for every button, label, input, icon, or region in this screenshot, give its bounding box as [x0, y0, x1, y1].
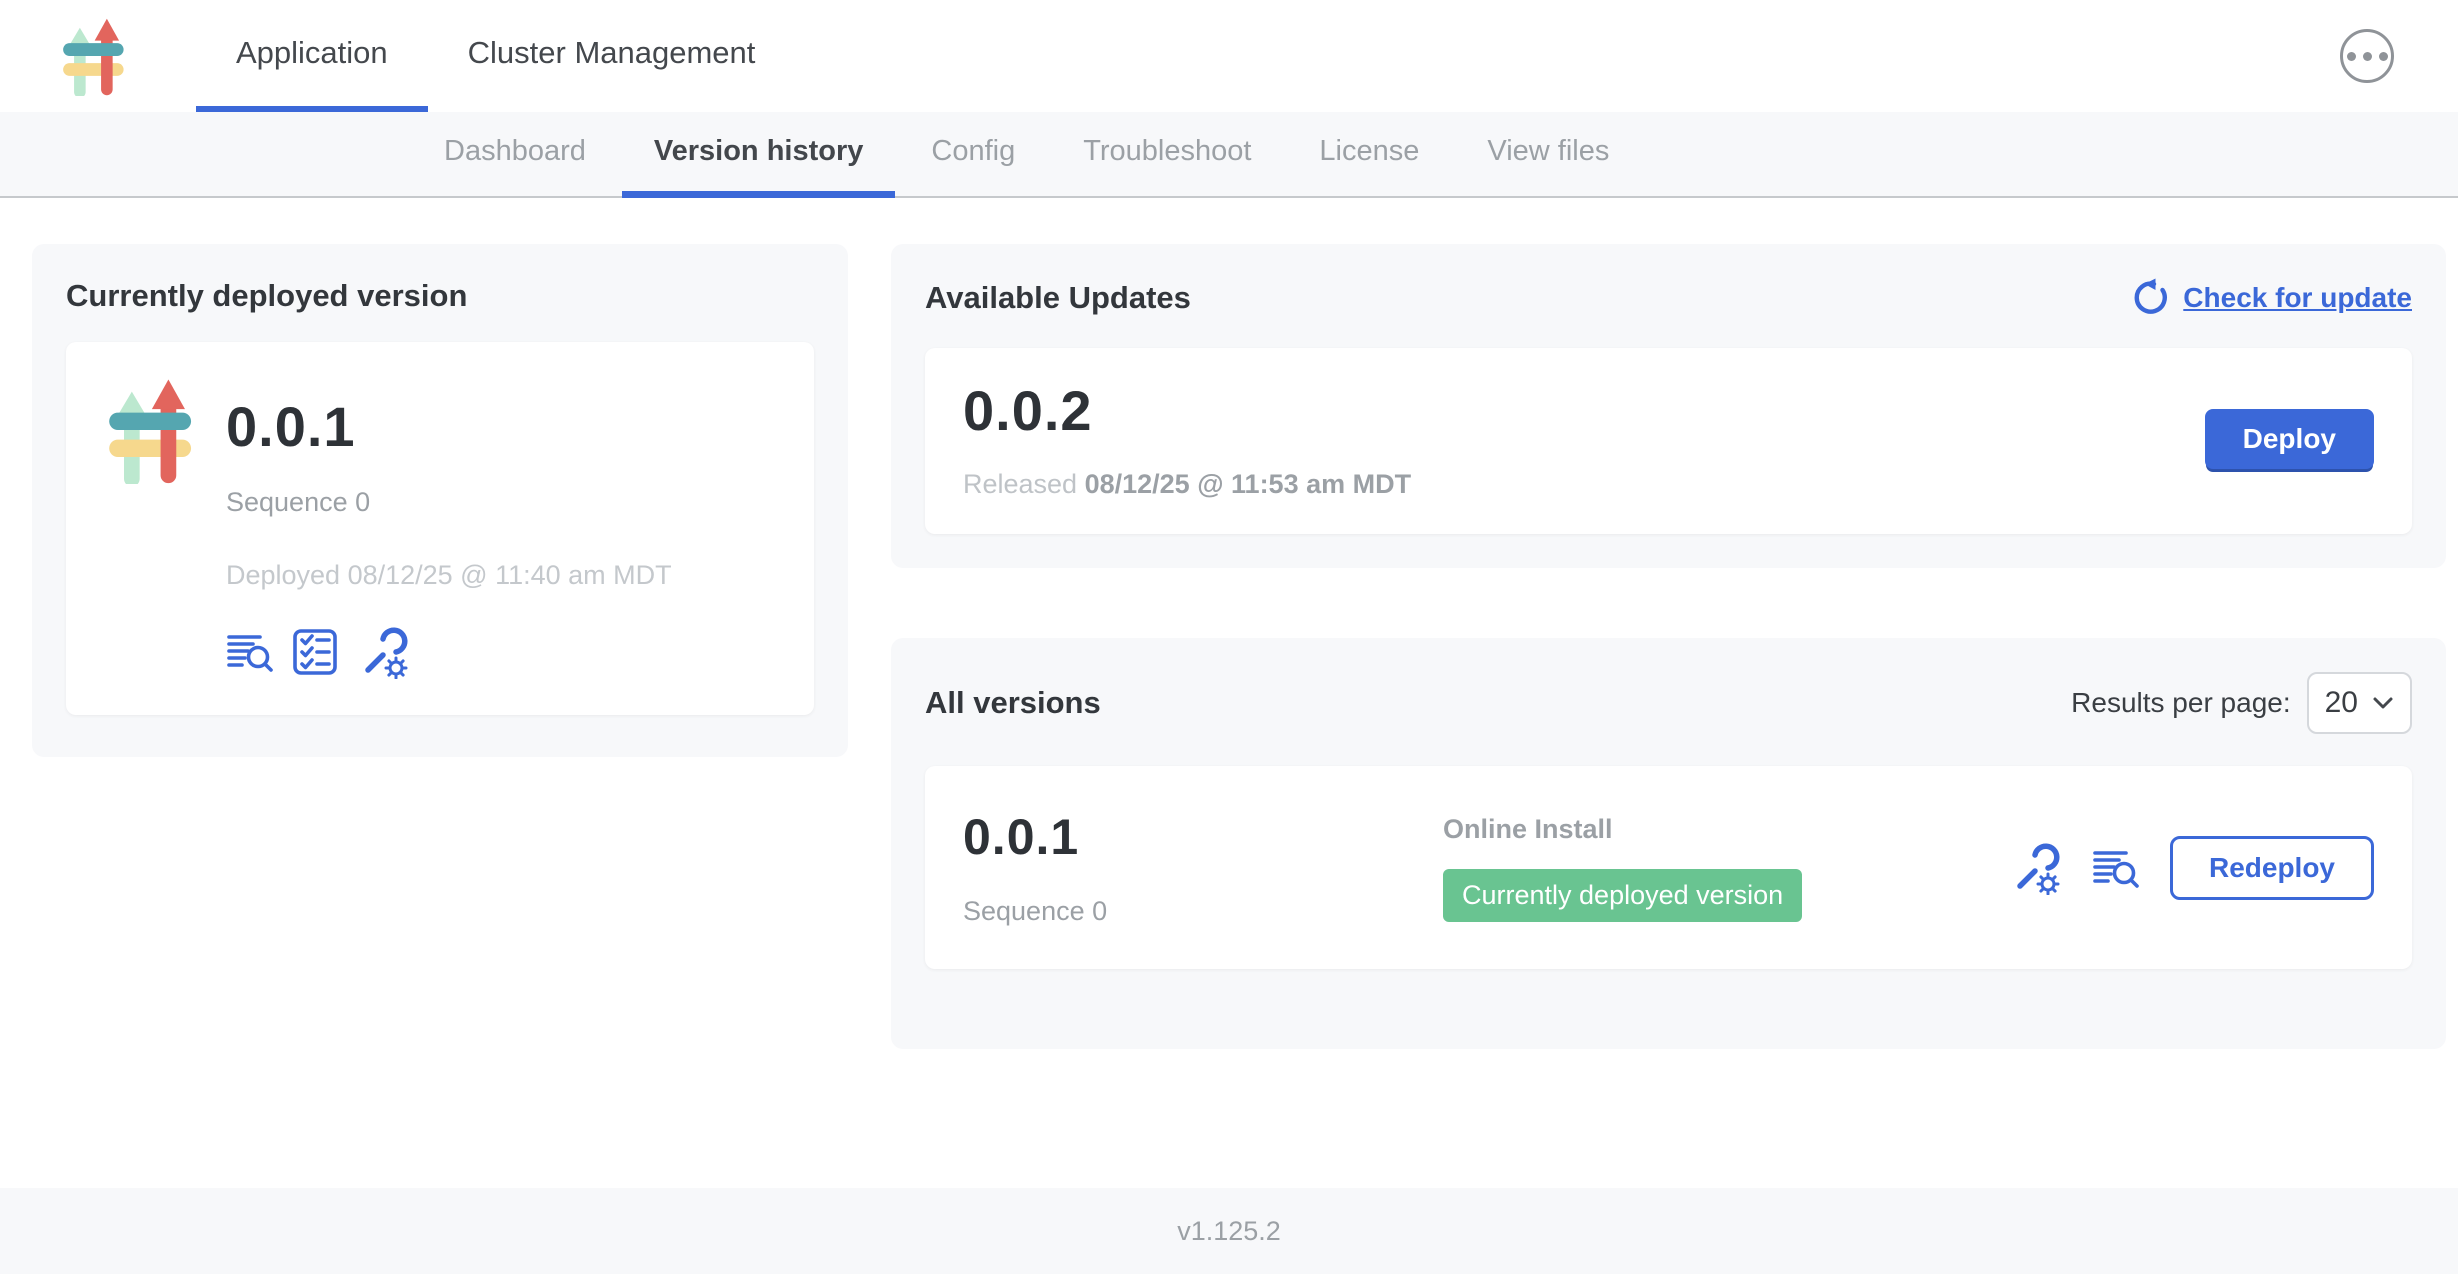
app-logo: [58, 0, 130, 112]
currently-deployed-title: Currently deployed version: [66, 278, 814, 314]
currently-deployed-card: Currently deployed version 0.0.1 Sequenc…: [32, 244, 848, 757]
subnav-tab-config[interactable]: Config: [899, 112, 1047, 198]
subnav-tab-version-history[interactable]: Version history: [622, 112, 896, 198]
chevron-down-icon: [2372, 696, 2394, 710]
row-sequence: Sequence 0: [963, 896, 1443, 927]
results-per-page-select[interactable]: 20: [2307, 672, 2412, 734]
subnav-tab-dashboard[interactable]: Dashboard: [412, 112, 618, 198]
footer: v1.125.2: [0, 1188, 2458, 1274]
tab-application[interactable]: Application: [196, 0, 428, 112]
subnav-tab-license[interactable]: License: [1287, 112, 1451, 198]
deploy-button[interactable]: Deploy: [2205, 409, 2374, 469]
subnav-tab-troubleshoot[interactable]: Troubleshoot: [1051, 112, 1283, 198]
main-content: Currently deployed version 0.0.1 Sequenc…: [0, 198, 2458, 1188]
deployed-version-number: 0.0.1: [226, 394, 672, 459]
deployed-version-panel: 0.0.1 Sequence 0 Deployed 08/12/25 @ 11:…: [66, 342, 814, 715]
app-logo-icon: [58, 16, 130, 96]
app-subnav: Dashboard Version history Config Trouble…: [0, 112, 2458, 198]
all-versions-card: All versions Results per page: 20 0.0.1 …: [891, 638, 2446, 1049]
available-updates-card: Available Updates Check for update 0.0.2…: [891, 244, 2446, 568]
available-updates-title: Available Updates: [925, 280, 1191, 316]
redeploy-button[interactable]: Redeploy: [2170, 836, 2374, 900]
preflight-checks-icon[interactable]: [292, 628, 338, 676]
available-update-row: 0.0.2 Released 08/12/25 @ 11:53 am MDT D…: [925, 348, 2412, 534]
view-logs-icon[interactable]: [2092, 845, 2140, 891]
results-per-page: Results per page: 20: [2071, 672, 2412, 734]
check-for-update-link[interactable]: Check for update: [2129, 278, 2412, 318]
deployed-sequence: Sequence 0: [226, 487, 672, 518]
currently-deployed-badge: Currently deployed version: [1443, 869, 1802, 922]
edit-config-icon[interactable]: [2008, 841, 2062, 895]
update-released-line: Released 08/12/25 @ 11:53 am MDT: [963, 469, 1411, 500]
view-logs-icon[interactable]: [226, 629, 274, 675]
deployed-actions: [226, 625, 672, 679]
row-version-number: 0.0.1: [963, 808, 1443, 866]
install-type-label: Online Install: [1443, 814, 1802, 845]
update-version-number: 0.0.2: [963, 378, 1411, 443]
header-tabs: Application Cluster Management: [196, 0, 795, 112]
overflow-menu-button[interactable]: [2340, 29, 2394, 83]
subnav-tab-view-files[interactable]: View files: [1455, 112, 1641, 198]
all-versions-title: All versions: [925, 685, 1101, 721]
app-logo-icon: [102, 376, 200, 484]
top-nav: Application Cluster Management: [0, 0, 2458, 112]
ellipsis-icon: [2347, 52, 2356, 61]
console-version: v1.125.2: [1177, 1216, 1281, 1247]
refresh-icon: [2129, 278, 2169, 318]
tab-cluster-management[interactable]: Cluster Management: [428, 0, 796, 112]
version-row: 0.0.1 Sequence 0 Online Install Currentl…: [925, 766, 2412, 969]
results-per-page-label: Results per page:: [2071, 687, 2290, 719]
edit-config-icon[interactable]: [356, 625, 410, 679]
deployed-timestamp: Deployed 08/12/25 @ 11:40 am MDT: [226, 560, 672, 591]
